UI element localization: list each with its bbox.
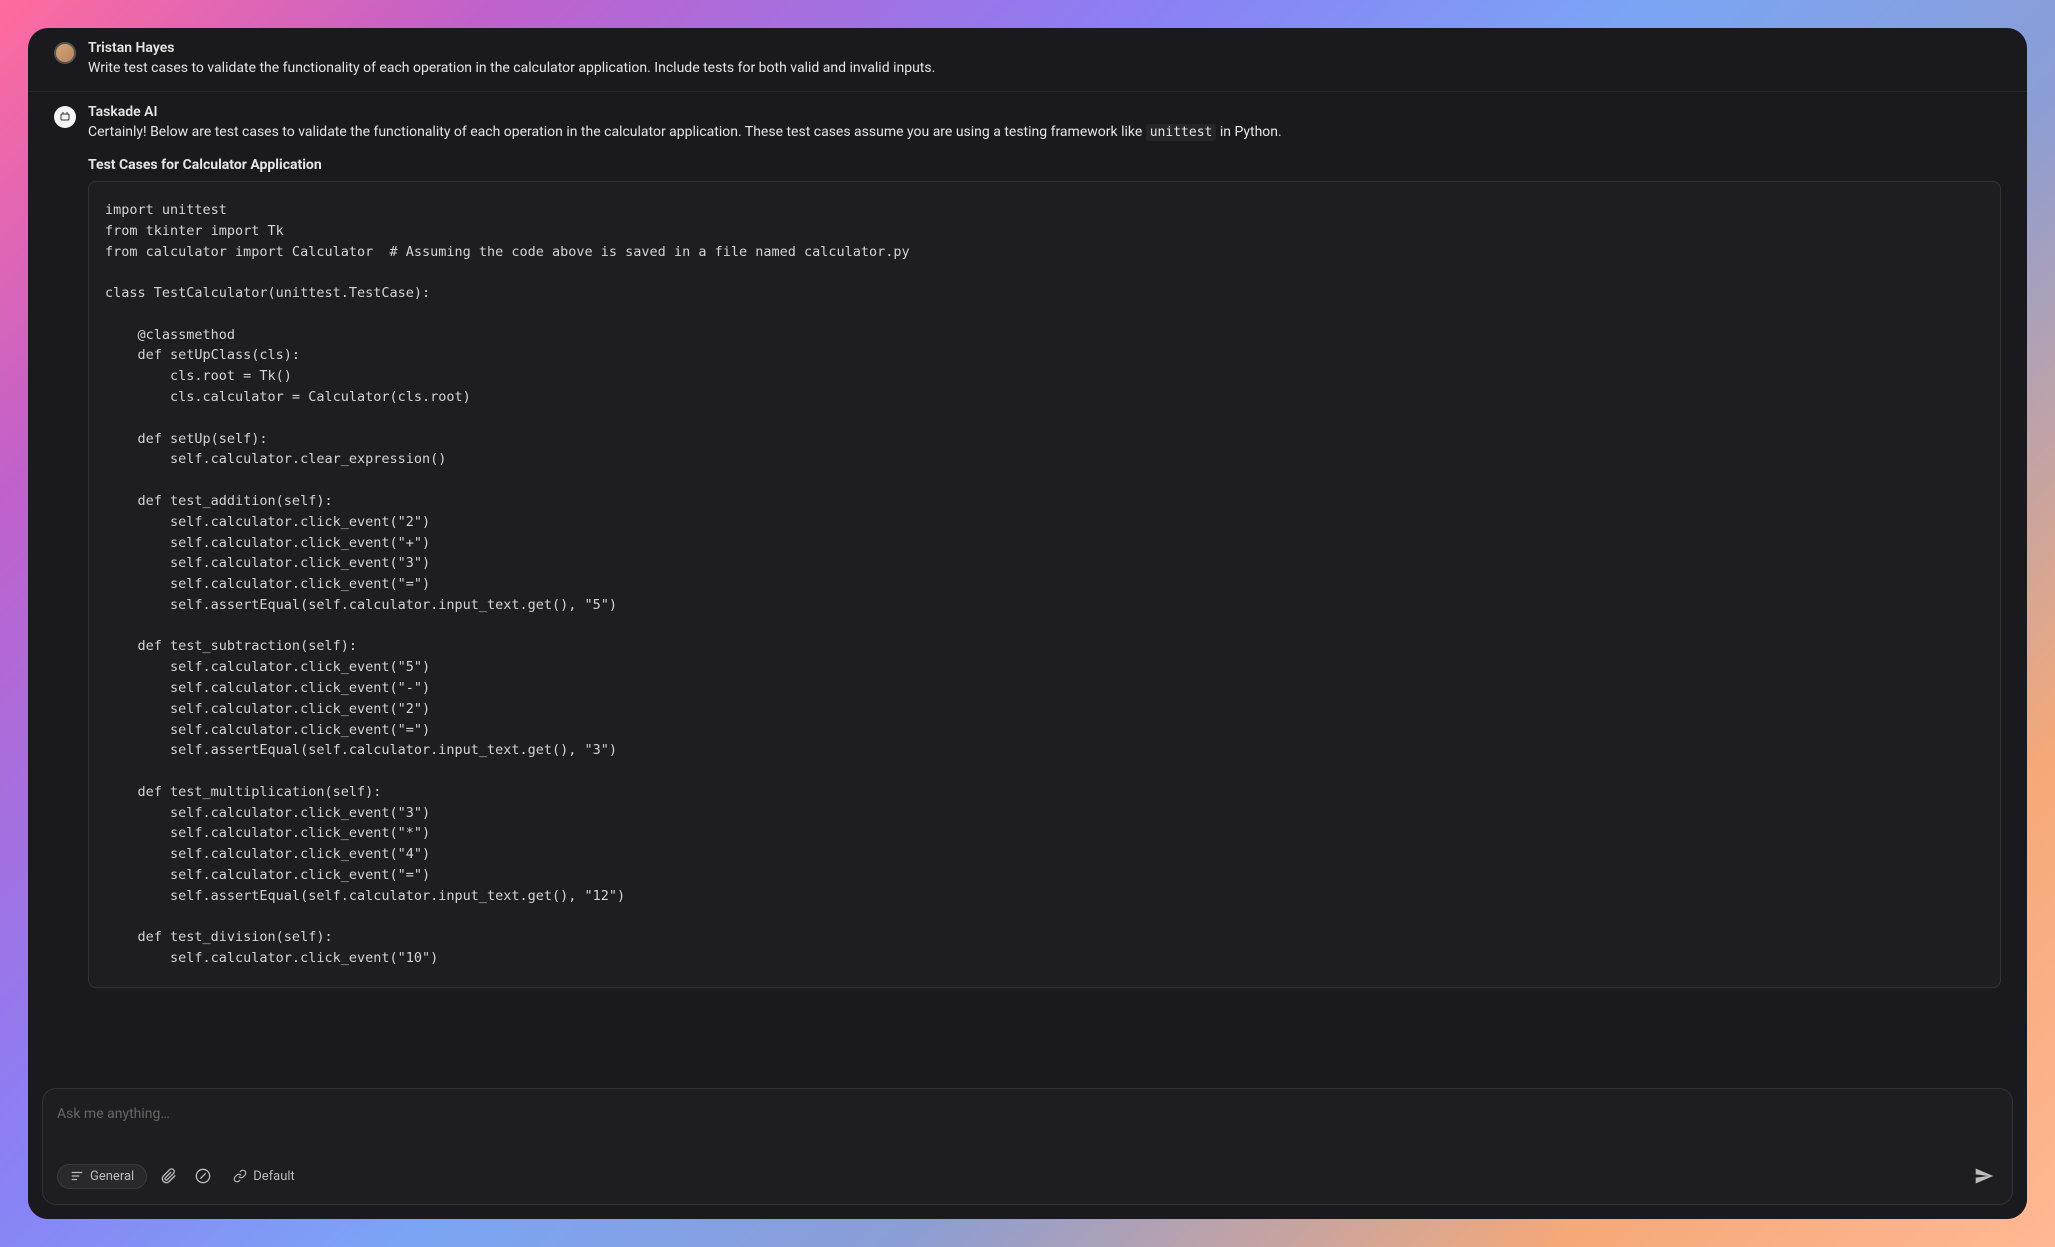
category-label: General [90, 1169, 134, 1184]
input-area: General [28, 1076, 2027, 1219]
ai-avatar [54, 106, 76, 128]
category-pill[interactable]: General [57, 1164, 147, 1189]
user-author-name: Tristan Hayes [88, 40, 2001, 56]
input-toolbar: General [57, 1162, 1998, 1190]
user-avatar [54, 42, 76, 64]
ai-message: Taskade AI Certainly! Below are test cas… [28, 92, 2027, 1000]
attachment-button[interactable] [157, 1164, 181, 1188]
lines-icon [70, 1169, 84, 1183]
ai-intro-code: unittest [1146, 124, 1217, 141]
slash-icon [195, 1168, 211, 1184]
link-icon [233, 1169, 247, 1183]
user-message-text: Write test cases to validate the functio… [88, 58, 2001, 79]
section-title: Test Cases for Calculator Application [88, 157, 2001, 173]
code-content: import unittest from tkinter import Tk f… [105, 200, 1984, 969]
attachment-icon [161, 1168, 177, 1184]
ai-author-name: Taskade AI [88, 104, 2001, 120]
ai-message-content: Taskade AI Certainly! Below are test cas… [88, 104, 2001, 988]
model-chip[interactable]: Default [225, 1165, 303, 1188]
model-label: Default [253, 1169, 295, 1184]
user-message: Tristan Hayes Write test cases to valida… [28, 28, 2027, 92]
ai-intro-before: Certainly! Below are test cases to valid… [88, 124, 1146, 140]
send-icon [1974, 1166, 1994, 1186]
messages-area[interactable]: Tristan Hayes Write test cases to valida… [28, 28, 2027, 1076]
send-button[interactable] [1970, 1162, 1998, 1190]
slash-button[interactable] [191, 1164, 215, 1188]
code-block[interactable]: import unittest from tkinter import Tk f… [88, 181, 2001, 988]
message-input[interactable] [57, 1106, 1998, 1122]
input-container: General [42, 1088, 2013, 1205]
ai-avatar-icon [59, 111, 71, 123]
ai-intro-text: Certainly! Below are test cases to valid… [88, 122, 2001, 143]
app-container: Tristan Hayes Write test cases to valida… [28, 28, 2027, 1219]
ai-intro-after: in Python. [1216, 124, 1281, 140]
user-message-content: Tristan Hayes Write test cases to valida… [88, 40, 2001, 79]
